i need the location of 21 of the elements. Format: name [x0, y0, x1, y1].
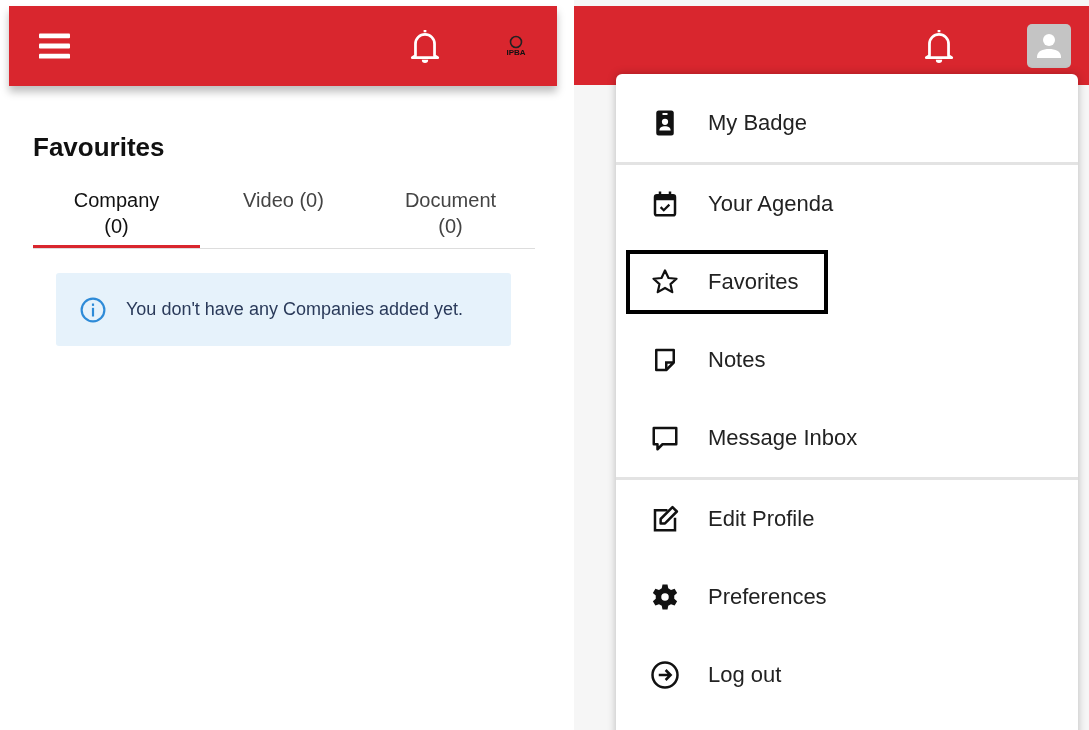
avatar-icon[interactable]: [1027, 23, 1071, 68]
info-icon: [80, 297, 106, 323]
bell-icon[interactable]: [923, 27, 955, 64]
page-title: Favourites: [33, 132, 166, 163]
menu-item[interactable]: Edit Profile: [626, 480, 845, 558]
tab[interactable]: Company (0): [33, 187, 200, 248]
bell-icon[interactable]: [409, 28, 441, 64]
menu-item[interactable]: Log out: [626, 636, 812, 714]
menu-item[interactable]: Message Inbox: [626, 399, 888, 477]
notice-text: You don't have any Companies added yet.: [126, 298, 464, 321]
tab[interactable]: Video (0): [200, 187, 367, 248]
tab[interactable]: Document (0): [367, 187, 534, 248]
gear-icon: [650, 582, 680, 612]
logo[interactable]: IPBA: [501, 35, 531, 57]
menu-item[interactable]: Favorites: [626, 250, 829, 314]
menu-item[interactable]: My Badge: [626, 84, 838, 162]
logout-icon: [650, 660, 680, 690]
menu-item[interactable]: Preferences: [626, 558, 857, 636]
menu-item[interactable]: Notes: [626, 321, 796, 399]
menu-icon[interactable]: [39, 33, 70, 59]
menu-item[interactable]: Your Agenda: [626, 165, 864, 243]
